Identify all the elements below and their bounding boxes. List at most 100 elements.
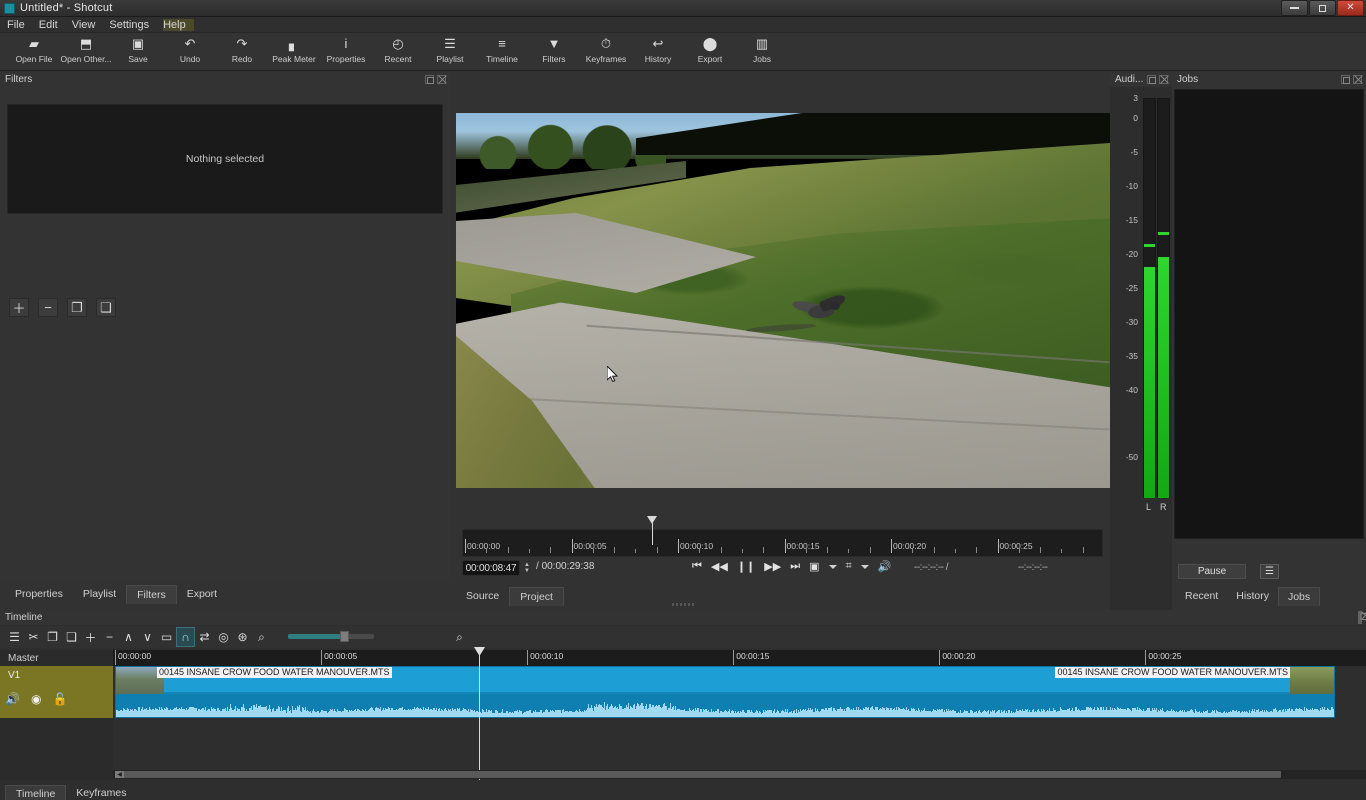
- close-icon[interactable]: [437, 75, 446, 84]
- pause-button[interactable]: ❙❙: [737, 560, 755, 573]
- scrub-playhead[interactable]: [647, 516, 658, 529]
- ripple-button[interactable]: ◎: [214, 627, 233, 647]
- close-icon[interactable]: [1159, 75, 1168, 84]
- ruler-tick-label: 00:00:10: [528, 651, 563, 661]
- split-button[interactable]: ▭: [157, 627, 176, 647]
- lock-icon[interactable]: 🔓: [52, 692, 67, 706]
- skip-to-start-button[interactable]: ⏮: [692, 560, 702, 573]
- in-out-point-button[interactable]: ▣: [809, 560, 819, 573]
- toolbar-button-timeline[interactable]: ≡Timeline: [476, 33, 528, 69]
- filters-list[interactable]: Nothing selected: [7, 104, 443, 214]
- scrollbar-thumb[interactable]: [116, 771, 1281, 778]
- tab-project[interactable]: Project: [509, 587, 564, 606]
- copy-button[interactable]: ❐: [43, 627, 62, 647]
- track-header-v1[interactable]: V1 🔊 ◉ 🔓: [0, 666, 113, 718]
- zoom-in-button[interactable]: ⌕: [450, 627, 469, 647]
- add-filter-button[interactable]: ＋: [9, 298, 29, 317]
- toolbar-button-history[interactable]: ↩History: [632, 33, 684, 69]
- close-button[interactable]: ✕: [1337, 0, 1364, 16]
- timeline-ruler[interactable]: 00:00:0000:00:0500:00:1000:00:1500:00:20…: [113, 650, 1366, 666]
- toolbar-button-keyframes[interactable]: ⏱Keyframes: [580, 33, 632, 69]
- jobs-list[interactable]: [1174, 89, 1364, 539]
- tab-properties[interactable]: Properties: [5, 585, 73, 604]
- tab-timeline[interactable]: Timeline: [5, 785, 66, 800]
- menu-edit[interactable]: Edit: [39, 19, 66, 31]
- minimize-button[interactable]: [1281, 0, 1308, 16]
- pause-button[interactable]: Pause: [1178, 564, 1246, 579]
- menu-settings[interactable]: Settings: [109, 19, 157, 31]
- toolbar-button-recent[interactable]: ◴Recent: [372, 33, 424, 69]
- jobs-menu-icon[interactable]: ☰: [1260, 564, 1279, 579]
- tab-filters[interactable]: Filters: [126, 585, 177, 604]
- tab-source[interactable]: Source: [456, 587, 509, 606]
- position-stepper[interactable]: ▲▼: [522, 560, 532, 576]
- player-scrub-bar[interactable]: 00:00:0000:00:0500:00:1000:00:1500:00:20…: [462, 529, 1103, 557]
- scrub-minor-tick: [934, 547, 935, 553]
- tab-keyframes[interactable]: Keyframes: [66, 785, 136, 800]
- maximize-button[interactable]: [1309, 0, 1336, 16]
- toolbar-button-open-other[interactable]: ⬒Open Other...: [60, 33, 112, 69]
- toolbar-button-peak-meter[interactable]: ▖Peak Meter: [268, 33, 320, 69]
- scrub-while-dragging-button[interactable]: ⇄: [195, 627, 214, 647]
- scrub-minor-tick: [742, 549, 743, 553]
- toolbar-button-properties[interactable]: iProperties: [320, 33, 372, 69]
- copy-filters-button[interactable]: ❐: [67, 298, 87, 317]
- overwrite-button[interactable]: ∨: [138, 627, 157, 647]
- lift-button[interactable]: ∧: [119, 627, 138, 647]
- grid-button[interactable]: ⌗: [846, 560, 852, 573]
- toolbar-button-save[interactable]: ▣Save: [112, 33, 164, 69]
- rewind-button[interactable]: ◀◀: [711, 560, 728, 573]
- zoom-out-button[interactable]: ⌕: [252, 627, 271, 647]
- ripple-delete-button[interactable]: −: [100, 627, 119, 647]
- close-icon[interactable]: [1360, 611, 1362, 624]
- scrub-minor-tick: [550, 547, 551, 553]
- snap-magnet-button[interactable]: ∩: [176, 627, 195, 647]
- tab-export[interactable]: Export: [177, 585, 227, 604]
- skip-to-next-button[interactable]: ⏭: [790, 560, 800, 573]
- menu-help[interactable]: Help: [163, 19, 194, 31]
- meter-scale-label: 0: [1114, 113, 1138, 123]
- float-icon[interactable]: [1341, 75, 1350, 84]
- tab-playlist[interactable]: Playlist: [73, 585, 126, 604]
- mute-icon[interactable]: 🔊: [5, 692, 20, 706]
- ripple-all-tracks-button[interactable]: ⊛: [233, 627, 252, 647]
- hide-icon[interactable]: ◉: [31, 692, 41, 706]
- paste-filters-button[interactable]: ❑: [96, 298, 116, 317]
- jobs-actions: Pause ☰: [1178, 564, 1279, 579]
- close-icon[interactable]: [1353, 75, 1362, 84]
- stopwatch-icon: ⏱: [601, 36, 611, 51]
- toolbar-button-filters[interactable]: ▼Filters: [528, 33, 580, 69]
- volume-button[interactable]: 🔊: [878, 560, 892, 573]
- current-position-field[interactable]: 00:00:08:47: [462, 560, 520, 576]
- scrollbar-left-arrow[interactable]: ◀: [115, 771, 124, 778]
- fast-forward-button[interactable]: ▶▶: [764, 560, 781, 573]
- timeline-scrollbar[interactable]: [113, 770, 1366, 779]
- timeline-zoom-slider[interactable]: [288, 634, 374, 639]
- cut-button[interactable]: ✂: [24, 627, 43, 647]
- toolbar-button-undo[interactable]: ↶Undo: [164, 33, 216, 69]
- remove-filter-button[interactable]: −: [38, 298, 58, 317]
- float-icon[interactable]: [1147, 75, 1156, 84]
- folder-icon: ▰: [29, 36, 39, 51]
- timeline-clip[interactable]: 00145 INSANE CROW FOOD WATER MANOUVER.MT…: [115, 666, 1335, 718]
- float-icon[interactable]: [425, 75, 434, 84]
- toolbar-button-redo[interactable]: ↷Redo: [216, 33, 268, 69]
- toolbar-button-jobs[interactable]: ▥Jobs: [736, 33, 788, 69]
- timeline-menu-button[interactable]: ☰: [5, 627, 24, 647]
- menu-file[interactable]: File: [7, 19, 33, 31]
- tab-jobs[interactable]: Jobs: [1278, 587, 1320, 606]
- scrub-tick-label: 00:00:05: [574, 541, 607, 551]
- menu-view[interactable]: View: [72, 19, 104, 31]
- video-preview[interactable]: [456, 113, 1110, 488]
- tab-recent[interactable]: Recent: [1176, 587, 1227, 606]
- toolbar-button-export[interactable]: ⬤Export: [684, 33, 736, 69]
- panel-resize-grip[interactable]: [672, 603, 694, 606]
- tab-history[interactable]: History: [1227, 587, 1278, 606]
- zoom-slider-handle[interactable]: [340, 631, 349, 642]
- append-button[interactable]: ＋: [81, 627, 100, 647]
- chevron-down-icon[interactable]: [829, 565, 837, 569]
- toolbar-button-open-file[interactable]: ▰Open File: [8, 33, 60, 69]
- toolbar-button-playlist[interactable]: ☰Playlist: [424, 33, 476, 69]
- chevron-down-icon[interactable]: [861, 565, 869, 569]
- paste-button[interactable]: ❑: [62, 627, 81, 647]
